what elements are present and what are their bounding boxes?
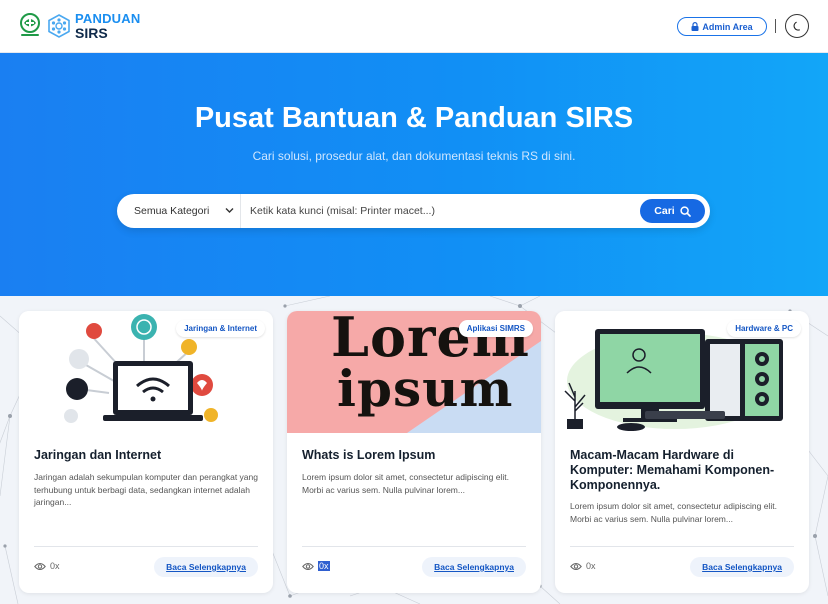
- card-description: Lorem ipsum dolor sit amet, consectetur …: [302, 472, 509, 495]
- search-input[interactable]: [250, 203, 630, 219]
- admin-area-label: Admin Area: [702, 21, 753, 32]
- card-divider: [302, 546, 526, 547]
- card-title[interactable]: Whats is Lorem Ipsum: [302, 448, 526, 463]
- search-button[interactable]: Cari: [640, 199, 705, 223]
- article-card-1[interactable]: Jaringan & Internet Jaringan dan Interne…: [19, 311, 273, 593]
- theme-toggle-button[interactable]: [785, 14, 809, 38]
- card-divider: [570, 546, 794, 547]
- top-header: PANDUAN SIRS Admin Area: [0, 0, 828, 53]
- kemenkes-logo-icon[interactable]: [18, 13, 42, 39]
- read-more-button[interactable]: Baca Selengkapnya: [422, 557, 526, 577]
- category-select[interactable]: Semua Kategori: [117, 194, 241, 228]
- card-title[interactable]: Macam-Macam Hardware di Komputer: Memaha…: [570, 448, 794, 493]
- image-text-line-2: ipsum: [337, 359, 514, 418]
- card-image-hardware[interactable]: Hardware & PC: [555, 311, 809, 433]
- eye-icon: [34, 562, 46, 570]
- category-badge[interactable]: Jaringan & Internet: [176, 320, 265, 337]
- card-title[interactable]: Jaringan dan Internet: [34, 448, 258, 463]
- lock-icon: [691, 22, 699, 31]
- view-count: 0x: [570, 561, 596, 571]
- brand-name[interactable]: PANDUAN SIRS: [75, 11, 141, 41]
- search-button-label: Cari: [654, 205, 675, 217]
- brand-line-1: PANDUAN: [75, 11, 141, 26]
- article-card-2[interactable]: Lorem ipsum Aplikasi SIMRS Whats is Lore…: [287, 311, 541, 593]
- card-divider: [34, 546, 258, 547]
- category-badge[interactable]: Aplikasi SIMRS: [458, 320, 533, 337]
- card-description: Lorem ipsum dolor sit amet, consectetur …: [570, 501, 777, 524]
- eye-icon: [570, 562, 582, 570]
- search-icon: [680, 205, 691, 217]
- read-more-button[interactable]: Baca Selengkapnya: [690, 557, 794, 577]
- page-title: Pusat Bantuan & Panduan SIRS: [194, 102, 634, 134]
- category-selected-value: Semua Kategori: [134, 205, 210, 217]
- hero-subtitle: Cari solusi, prosedur alat, dan dokument…: [252, 149, 576, 163]
- view-count: 0x: [302, 561, 330, 571]
- card-image-network[interactable]: Jaringan & Internet: [19, 311, 273, 433]
- category-badge[interactable]: Hardware & PC: [727, 320, 801, 337]
- view-count-value: 0x: [318, 561, 330, 571]
- brand-line-2: SIRS: [75, 25, 108, 41]
- card-description: Jaringan adalah sekumpulan komputer dan …: [34, 472, 258, 507]
- view-count-value: 0x: [586, 561, 596, 571]
- hero-section: Pusat Bantuan & Panduan SIRS Cari solusi…: [0, 53, 828, 296]
- read-more-button[interactable]: Baca Selengkapnya: [154, 557, 258, 577]
- article-card-3[interactable]: Hardware & PC Macam-Macam Hardware di Ko…: [555, 311, 809, 593]
- moon-icon: [793, 21, 800, 31]
- search-bar: Semua Kategori Cari: [117, 194, 710, 228]
- admin-area-button[interactable]: Admin Area: [677, 17, 767, 36]
- view-count: 0x: [34, 561, 60, 571]
- view-count-value: 0x: [50, 561, 60, 571]
- eye-icon: [302, 562, 314, 570]
- sirs-logo-icon[interactable]: [47, 14, 71, 38]
- chevron-down-icon: [225, 208, 234, 213]
- header-divider: [775, 19, 776, 33]
- card-image-lorem[interactable]: Lorem ipsum Aplikasi SIMRS: [287, 311, 541, 433]
